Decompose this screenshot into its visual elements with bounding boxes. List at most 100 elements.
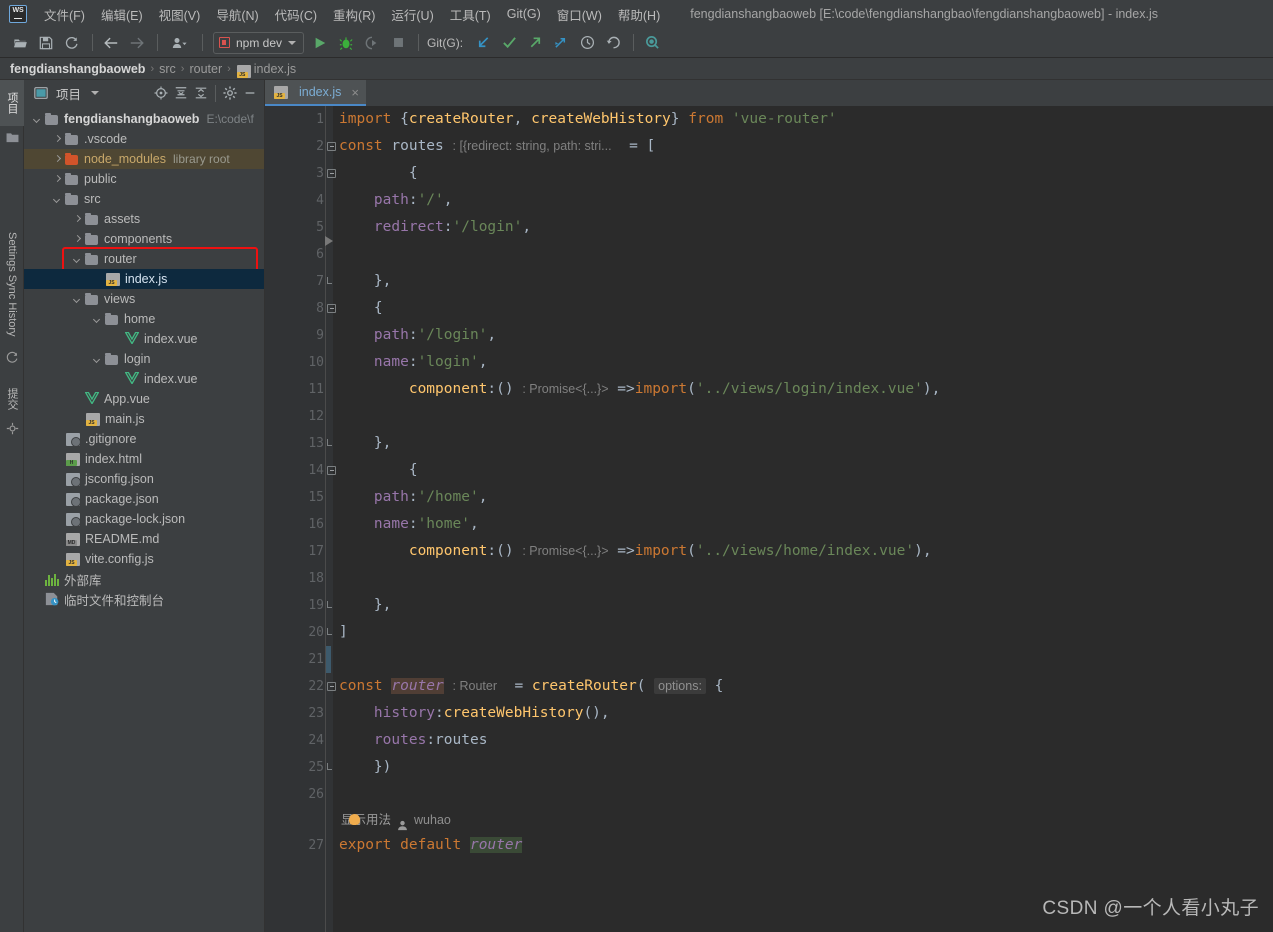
expand-all-icon[interactable] [171, 83, 191, 103]
tree-node-external-libraries[interactable]: 外部库 [24, 569, 264, 589]
stripe-tab-settings-sync-history[interactable]: Settings Sync History [0, 220, 24, 348]
run-coverage-icon[interactable] [360, 32, 384, 54]
menu-edit[interactable]: 编辑(E) [93, 2, 151, 27]
chevron-down-icon[interactable] [72, 254, 83, 265]
tree-node-node-modules[interactable]: node_modules library root [24, 149, 264, 169]
project-file-tree[interactable]: fengdianshangbaoweb E:\code\f .vscode node_… [24, 106, 264, 932]
tree-node-router-index-js[interactable]: JS index.js [24, 269, 264, 289]
code-line[interactable] [333, 565, 1273, 592]
stripe-tab-project[interactable]: 项目 [0, 80, 24, 126]
scroll-from-source-icon[interactable] [151, 83, 171, 103]
menu-code[interactable]: 代码(C) [267, 2, 325, 27]
chevron-right-icon[interactable] [52, 174, 63, 185]
fold-end-marker[interactable] [327, 763, 332, 770]
code-line[interactable]: component:() : Promise<{...}> =>import('… [333, 538, 1273, 565]
fold-end-marker[interactable] [327, 601, 332, 608]
run-gutter-icon[interactable] [325, 236, 333, 246]
tree-node-src[interactable]: src [24, 189, 264, 209]
code-line[interactable]: { [333, 457, 1273, 484]
minimize-icon[interactable] [240, 83, 260, 103]
save-icon[interactable] [34, 32, 58, 54]
git-push-arrow-icon[interactable] [523, 32, 547, 54]
chevron-right-icon[interactable] [52, 154, 63, 165]
search-everywhere-icon[interactable] [640, 32, 664, 54]
breadcrumb-segment-project[interactable]: fengdianshangbaoweb [10, 62, 145, 76]
git-rollback-icon[interactable] [601, 32, 625, 54]
code-line[interactable]: path:'/login', [333, 322, 1273, 349]
tree-node-readme-md[interactable]: MD README.md [24, 529, 264, 549]
code-line[interactable]: ] [333, 619, 1273, 646]
stop-square-icon[interactable] [386, 32, 410, 54]
breadcrumb-segment-file[interactable]: index.js [254, 62, 296, 76]
menu-window[interactable]: 窗口(W) [549, 2, 610, 27]
code-line[interactable]: { [333, 160, 1273, 187]
code-line[interactable]: }) [333, 754, 1273, 781]
menu-git[interactable]: Git(G) [499, 4, 549, 24]
code-line[interactable]: component:() : Promise<{...}> =>import('… [333, 376, 1273, 403]
code-line[interactable]: name:'home', [333, 511, 1273, 538]
refresh-icon[interactable] [60, 32, 84, 54]
editor-gutter[interactable]: 1 2 3 4 5 6 7 8 9 10 11 12 13 14 15 16 17 18 19 20 21 22 23 24 2… [265, 106, 336, 932]
menu-view[interactable]: 视图(V) [151, 2, 209, 27]
git-branch-icon[interactable] [549, 32, 573, 54]
tree-node-views[interactable]: views [24, 289, 264, 309]
git-update-arrow-icon[interactable] [471, 32, 495, 54]
fold-end-marker[interactable] [327, 628, 332, 635]
chevron-down-icon[interactable] [52, 194, 63, 205]
run-configuration-selector[interactable]: npm dev [213, 31, 305, 54]
folder-icon[interactable] [5, 130, 19, 144]
chevron-down-icon[interactable] [92, 314, 103, 325]
menu-run[interactable]: 运行(U) [383, 2, 441, 27]
code-content[interactable]: import {createRouter, createWebHistory} … [333, 106, 1273, 932]
code-line[interactable]: export default router [333, 832, 1273, 859]
tree-node-vscode[interactable]: .vscode [24, 129, 264, 149]
code-line[interactable] [333, 646, 1273, 673]
breadcrumb-segment-src[interactable]: src [159, 62, 176, 76]
tree-node-public[interactable]: public [24, 169, 264, 189]
code-line[interactable]: import {createRouter, createWebHistory} … [333, 106, 1273, 133]
fold-end-marker[interactable] [327, 277, 332, 284]
tree-node-project-root[interactable]: fengdianshangbaoweb E:\code\f [24, 109, 264, 129]
user-profile-icon[interactable] [164, 32, 194, 54]
refresh-sync-icon[interactable] [5, 350, 19, 364]
stripe-tab-commit[interactable]: 提交 [0, 380, 24, 418]
chevron-down-icon[interactable] [72, 294, 83, 305]
arrow-right-icon[interactable] [125, 32, 149, 54]
run-play-icon[interactable] [308, 32, 332, 54]
menu-refactor[interactable]: 重构(R) [325, 2, 383, 27]
tree-node-app-vue[interactable]: App.vue [24, 389, 264, 409]
code-line[interactable]: path:'/', [333, 187, 1273, 214]
chevron-right-icon[interactable] [72, 234, 83, 245]
code-line[interactable]: routes:routes [333, 727, 1273, 754]
tree-node-scratches-consoles[interactable]: 临时文件和控制台 [24, 589, 264, 609]
code-line[interactable]: redirect:'/login', [333, 214, 1273, 241]
git-history-clock-icon[interactable] [575, 32, 599, 54]
tree-node-login[interactable]: login [24, 349, 264, 369]
menu-help[interactable]: 帮助(H) [610, 2, 668, 27]
menu-navigate[interactable]: 导航(N) [208, 2, 266, 27]
tree-node-assets[interactable]: assets [24, 209, 264, 229]
code-line[interactable]: const router : Router = createRouter( op… [333, 673, 1273, 700]
breadcrumb-segment-router[interactable]: router [189, 62, 222, 76]
chevron-down-icon[interactable] [85, 83, 105, 103]
tree-node-index-html[interactable]: Hindex.html [24, 449, 264, 469]
fold-end-marker[interactable] [327, 439, 332, 446]
commit-icon[interactable] [5, 421, 19, 435]
menu-tools[interactable]: 工具(T) [442, 2, 499, 27]
tree-node-router[interactable]: router [24, 249, 264, 269]
code-line[interactable]: { [333, 295, 1273, 322]
git-commit-check-icon[interactable] [497, 32, 521, 54]
gear-icon[interactable] [220, 83, 240, 103]
intention-bulb-icon[interactable] [349, 814, 360, 825]
code-line[interactable] [333, 403, 1273, 430]
menu-file[interactable]: 文件(F) [36, 2, 93, 27]
tree-node-home-index-vue[interactable]: index.vue [24, 329, 264, 349]
chevron-right-icon[interactable] [52, 134, 63, 145]
chevron-down-icon[interactable] [32, 114, 43, 125]
code-line[interactable]: name:'login', [333, 349, 1273, 376]
code-line[interactable] [333, 241, 1273, 268]
tree-node-gitignore[interactable]: .gitignore [24, 429, 264, 449]
code-line[interactable]: }, [333, 268, 1273, 295]
debug-bug-icon[interactable] [334, 32, 358, 54]
collapse-all-icon[interactable] [191, 83, 211, 103]
